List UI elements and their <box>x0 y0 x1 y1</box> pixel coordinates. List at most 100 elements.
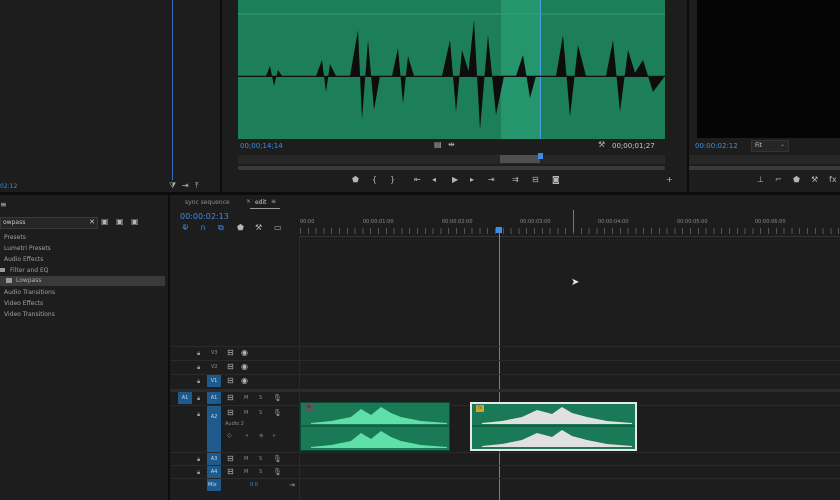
program-scrub-bar[interactable] <box>689 155 840 164</box>
track-target-v1[interactable]: V1 <box>207 375 221 387</box>
filter-icon[interactable]: ⧩ <box>169 182 176 190</box>
mute-button[interactable]: M <box>244 395 248 401</box>
mic-icon[interactable]: 🎙︎ <box>273 455 282 463</box>
mark-out-icon[interactable]: } <box>390 176 395 184</box>
lock-icon[interactable]: 🔒︎ <box>197 469 200 477</box>
insert-icon[interactable]: ⇥ <box>182 182 189 190</box>
mute-button[interactable]: M <box>244 456 248 462</box>
sync-lock-icon[interactable]: ⊟ <box>227 363 234 371</box>
add-button-icon[interactable]: + <box>666 176 673 184</box>
track-target-a1[interactable]: A1 <box>207 392 221 404</box>
mic-icon[interactable]: 🎙︎ <box>273 394 282 402</box>
eye-icon[interactable]: ◉ <box>241 363 248 371</box>
sync-lock-icon[interactable]: ⊟ <box>227 349 234 357</box>
eye-icon[interactable]: ◉ <box>241 377 248 385</box>
lock-icon[interactable]: 🔒︎ <box>197 364 200 372</box>
wrench-icon[interactable]: ⚒ <box>811 176 818 184</box>
mark-in-icon[interactable]: { <box>372 176 377 184</box>
sync-lock-icon[interactable]: ⊟ <box>227 377 234 385</box>
source-timecode-in[interactable]: 00;00;14;14 <box>240 142 283 150</box>
lock-icon[interactable]: 🔒︎ <box>197 456 200 464</box>
marker-icon[interactable]: ⬟ <box>793 176 800 184</box>
solo-button[interactable]: S <box>259 410 262 416</box>
yuv-effects-icon[interactable]: ▣ <box>131 218 139 226</box>
mix-value[interactable]: 0.0 <box>250 482 258 488</box>
program-zoom-bar[interactable] <box>689 166 840 170</box>
add-marker-icon[interactable]: ⬟ <box>237 224 244 232</box>
tab-edit[interactable]: edit <box>255 199 267 206</box>
selected-effect-row[interactable]: Lowpass <box>0 276 165 286</box>
program-timecode[interactable]: 00:00:02:12 <box>695 142 738 150</box>
go-to-in-icon[interactable]: ⇤ <box>414 176 421 184</box>
export-icon[interactable]: ⤒ <box>195 182 199 190</box>
list-item-lumetri-presets[interactable]: Lumetri Presets <box>4 245 51 252</box>
list-item-video-transitions[interactable]: Video Transitions <box>4 311 55 318</box>
track-target-a4[interactable]: A4 <box>207 466 221 478</box>
lift-icon[interactable]: ⊥ <box>757 176 764 184</box>
timeline-settings-icon[interactable]: ⚒ <box>255 224 262 232</box>
lock-icon[interactable]: 🔒︎ <box>197 350 200 358</box>
step-forward-icon[interactable]: ▸ <box>470 176 474 184</box>
captions-icon[interactable]: ▭ <box>274 224 282 232</box>
mic-icon[interactable]: 🎙︎ <box>273 468 282 476</box>
eye-icon[interactable]: ◉ <box>241 349 248 357</box>
close-tab-icon[interactable]: × <box>246 198 251 205</box>
tab-sync-sequence[interactable]: sync sequence <box>185 199 230 206</box>
sync-lock-icon[interactable]: ⊟ <box>227 394 234 402</box>
sync-lock-icon[interactable]: ⊟ <box>227 455 234 463</box>
list-item-video-effects[interactable]: Video Effects <box>4 300 43 307</box>
track-target-a3[interactable]: A3 <box>207 453 221 465</box>
extract-icon[interactable]: ⌐ <box>775 176 782 184</box>
audio-clip-2-selected[interactable]: fx <box>470 402 637 451</box>
solo-button[interactable]: S <box>259 395 262 401</box>
search-input[interactable]: owpass <box>3 219 25 226</box>
go-to-out-icon[interactable]: ⇥ <box>488 176 495 184</box>
sync-lock-icon[interactable]: ⊟ <box>227 468 234 476</box>
prev-keyframe-icon[interactable]: ◂ <box>245 432 248 439</box>
list-item-presets[interactable]: Presets <box>4 234 26 241</box>
mute-button[interactable]: M <box>244 469 248 475</box>
marker-icon[interactable]: ⬟ <box>352 176 359 184</box>
insert-clip-icon[interactable]: ⇉ <box>512 176 519 184</box>
scrub-playhead[interactable] <box>538 153 543 159</box>
play-icon[interactable]: ▶ <box>452 176 458 184</box>
track-target-a2[interactable]: A2 <box>207 406 221 453</box>
lock-icon[interactable]: 🔒︎ <box>197 395 200 403</box>
source-patch-a1[interactable]: A1 <box>178 392 192 404</box>
32bit-effects-icon[interactable]: ▣ <box>116 218 124 226</box>
clear-search-icon[interactable]: ✕ <box>89 218 95 226</box>
lock-icon[interactable]: 🔒︎ <box>197 378 200 386</box>
zoom-bar[interactable] <box>238 166 665 170</box>
list-item-audio-effects[interactable]: Audio Effects <box>4 256 43 263</box>
camera-icon[interactable]: ◙ <box>552 176 560 184</box>
timeline-timecode[interactable]: 00:00:02:13 <box>180 212 229 221</box>
fit-dropdown[interactable]: Fit ⌄ <box>751 140 789 152</box>
go-to-end-icon[interactable]: ⇥ <box>289 481 295 489</box>
step-back-icon[interactable]: ◂ <box>432 176 436 184</box>
mute-button[interactable]: M <box>244 410 248 416</box>
mic-icon[interactable]: 🎙︎ <box>273 409 282 417</box>
wrench-icon[interactable]: ⚒ <box>598 141 605 149</box>
audio-clip-1[interactable]: fx <box>300 402 450 451</box>
keyframe-toggle-icon[interactable]: ◇ <box>227 432 232 439</box>
effects-search-field[interactable]: owpass ✕ <box>0 217 98 229</box>
accelerated-effects-icon[interactable]: ▣ <box>101 218 109 226</box>
fx-icon[interactable]: fx <box>829 176 837 184</box>
overwrite-icon[interactable]: ⊟ <box>532 176 539 184</box>
add-keyframe-icon[interactable]: ◆ <box>259 432 264 439</box>
list-item-audio-transitions[interactable]: Audio Transitions <box>4 289 55 296</box>
list-item-filter-and-eq[interactable]: Filter and EQ <box>10 267 48 274</box>
solo-button[interactable]: S <box>259 469 262 475</box>
panel-menu-icon[interactable]: ≡ <box>0 201 7 209</box>
source-scrub-bar[interactable] <box>238 153 665 164</box>
tab-menu-icon[interactable]: ≡ <box>271 198 276 205</box>
drag-audio-icon[interactable]: ⇹ <box>448 141 455 149</box>
snap-icon[interactable]: ∩ <box>200 224 206 232</box>
next-keyframe-icon[interactable]: ▸ <box>273 432 276 439</box>
lock-icon[interactable]: 🔒︎ <box>197 411 200 419</box>
nest-icon[interactable]: ⟱ <box>182 224 189 232</box>
solo-button[interactable]: S <box>259 456 262 462</box>
settings-icon[interactable]: ▤ <box>434 141 442 149</box>
sync-lock-icon[interactable]: ⊟ <box>227 409 234 417</box>
linked-selection-icon[interactable]: ⧉ <box>218 224 224 232</box>
